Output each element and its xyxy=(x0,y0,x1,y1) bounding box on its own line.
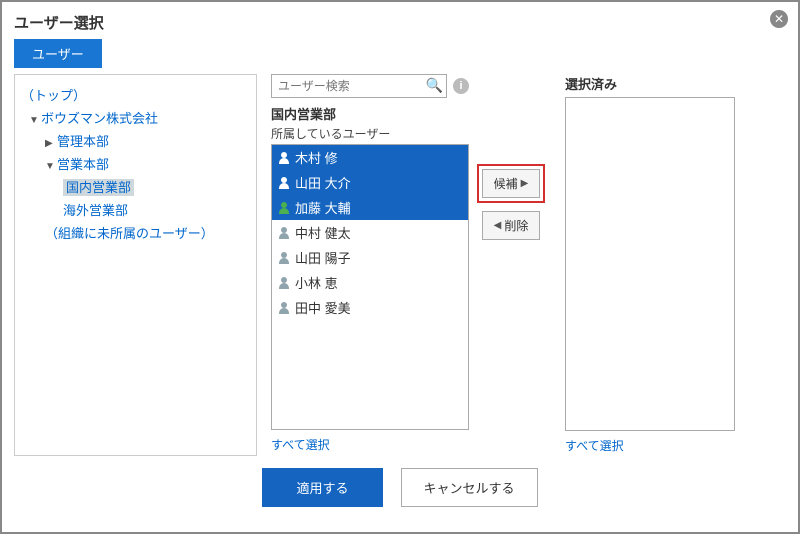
search-row: 🔍 i xyxy=(271,74,469,98)
user-select-dialog: ユーザー選択 ✕ ユーザー （トップ） ▼ボウズマン株式会社 ▶管理本部 ▼営業… xyxy=(0,0,800,534)
user-name: 山田 陽子 xyxy=(295,248,351,267)
add-button-highlight: 候補 ▶ xyxy=(477,164,545,203)
info-icon[interactable]: i xyxy=(453,78,469,94)
close-icon[interactable]: ✕ xyxy=(770,10,788,28)
selected-list[interactable] xyxy=(565,97,735,431)
caret-down-icon: ▼ xyxy=(29,115,41,126)
user-icon xyxy=(278,252,290,264)
user-item[interactable]: 加藤 大輔 xyxy=(272,195,468,220)
tree-company[interactable]: ▼ボウズマン株式会社 xyxy=(19,106,252,129)
tree-top[interactable]: （トップ） xyxy=(19,83,252,106)
user-list[interactable]: 木村 修山田 大介加藤 大輔中村 健太山田 陽子小林 恵田中 愛美 xyxy=(271,144,469,430)
user-item[interactable]: 中村 健太 xyxy=(272,220,468,245)
search-icon[interactable]: 🔍 xyxy=(426,77,443,94)
user-name: 木村 修 xyxy=(295,148,338,167)
search-wrap: 🔍 xyxy=(271,74,447,98)
user-item[interactable]: 山田 大介 xyxy=(272,170,468,195)
apply-button[interactable]: 適用する xyxy=(262,468,382,507)
user-item[interactable]: 木村 修 xyxy=(272,145,468,170)
tree-admin[interactable]: ▶管理本部 xyxy=(19,129,252,152)
user-icon xyxy=(278,152,290,164)
dialog-title: ユーザー選択 xyxy=(14,12,786,33)
user-item[interactable]: 山田 陽子 xyxy=(272,245,468,270)
org-tree-panel: （トップ） ▼ボウズマン株式会社 ▶管理本部 ▼営業本部 国内営業部 海外営業部… xyxy=(14,74,257,456)
remove-button[interactable]: ◀ 削除 xyxy=(482,211,540,240)
tree-overseas-sales[interactable]: 海外営業部 xyxy=(19,198,252,221)
user-item[interactable]: 小林 恵 xyxy=(272,270,468,295)
chevron-right-icon: ▶ xyxy=(521,178,529,189)
user-icon xyxy=(278,227,290,239)
select-all-selected[interactable]: すべて選択 xyxy=(565,437,735,454)
user-icon xyxy=(278,302,290,314)
department-title: 国内営業部 xyxy=(271,104,469,123)
add-candidate-button[interactable]: 候補 ▶ xyxy=(482,169,540,198)
search-input[interactable] xyxy=(271,74,447,98)
user-name: 小林 恵 xyxy=(295,273,338,292)
selected-title: 選択済み xyxy=(565,74,735,93)
main-row: （トップ） ▼ボウズマン株式会社 ▶管理本部 ▼営業本部 国内営業部 海外営業部… xyxy=(14,74,786,456)
user-name: 田中 愛美 xyxy=(295,298,351,317)
user-name: 加藤 大輔 xyxy=(295,198,351,217)
member-label: 所属しているユーザー xyxy=(271,125,469,142)
user-icon xyxy=(278,277,290,289)
selected-panel: 選択済み すべて選択 xyxy=(565,74,735,456)
tree-sales[interactable]: ▼営業本部 xyxy=(19,152,252,175)
user-name: 中村 健太 xyxy=(295,223,351,242)
footer: 適用する キャンセルする xyxy=(14,468,786,507)
chevron-left-icon: ◀ xyxy=(494,220,502,231)
caret-right-icon: ▶ xyxy=(45,138,57,149)
tree-domestic-sales[interactable]: 国内営業部 xyxy=(19,175,252,198)
cancel-button[interactable]: キャンセルする xyxy=(401,468,538,507)
user-item[interactable]: 田中 愛美 xyxy=(272,295,468,320)
select-all-candidates[interactable]: すべて選択 xyxy=(271,436,469,453)
transfer-panel: 候補 ▶ ◀ 削除 xyxy=(469,74,553,456)
user-name: 山田 大介 xyxy=(295,173,351,192)
tree-no-org[interactable]: （組織に未所属のユーザー） xyxy=(19,221,252,244)
user-icon xyxy=(278,202,290,214)
caret-down-icon: ▼ xyxy=(45,161,57,172)
user-icon xyxy=(278,177,290,189)
user-list-panel: 🔍 i 国内営業部 所属しているユーザー 木村 修山田 大介加藤 大輔中村 健太… xyxy=(271,74,469,456)
tab-user[interactable]: ユーザー xyxy=(14,39,102,68)
org-tree: （トップ） ▼ボウズマン株式会社 ▶管理本部 ▼営業本部 国内営業部 海外営業部… xyxy=(19,83,252,244)
